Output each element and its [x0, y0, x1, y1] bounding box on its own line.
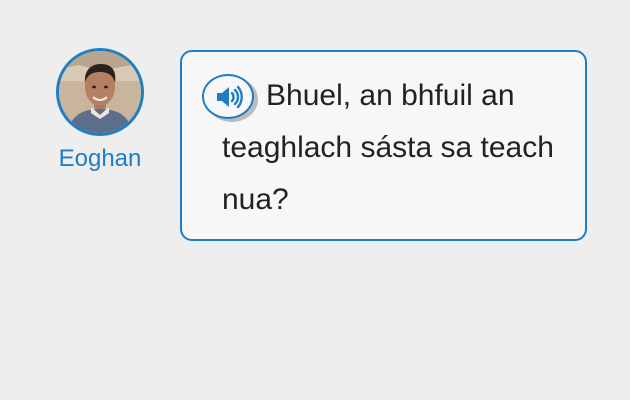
avatar-portrait	[59, 51, 141, 133]
speaker-name: Eoghan	[58, 145, 142, 172]
speaker-volume-icon	[217, 85, 243, 109]
speaker-panel: Eoghan	[50, 48, 150, 174]
message-bubble: Bhuel, an bhfuil an teaghlach sásta sa t…	[180, 50, 587, 241]
avatar	[56, 48, 144, 136]
play-audio-button[interactable]	[202, 74, 258, 122]
